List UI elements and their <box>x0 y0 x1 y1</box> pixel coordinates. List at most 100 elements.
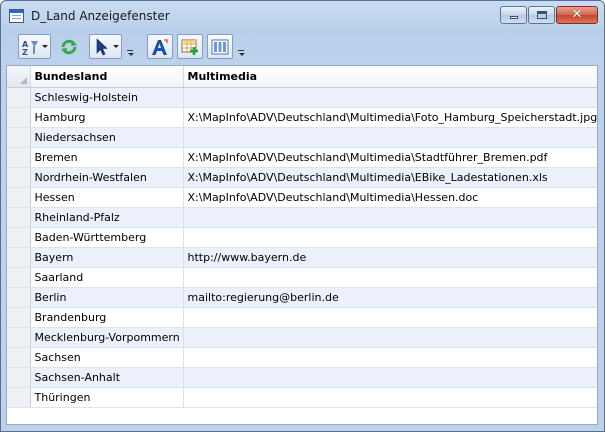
row-header[interactable] <box>7 247 31 268</box>
cell-multimedia[interactable] <box>183 207 597 228</box>
table-row[interactable]: Thüringen <box>7 387 597 408</box>
corner-triangle-icon <box>19 76 27 84</box>
cell-multimedia[interactable]: X:\MapInfo\ADV\Deutschland\Multimedia\St… <box>183 147 597 168</box>
row-header[interactable] <box>7 167 31 188</box>
cell-multimedia[interactable]: mailto:regierung@berlin.de <box>183 287 597 308</box>
browser-window: D_Land Anzeigefenster ✕ A Z Bundesland M… <box>0 0 605 432</box>
toolbar-overflow-icon[interactable] <box>238 50 245 56</box>
sort-az-icon: A Z <box>22 40 38 56</box>
cell-multimedia[interactable]: X:\MapInfo\ADV\Deutschland\Multimedia\EB… <box>183 167 597 188</box>
cell-bundesland[interactable]: Baden-Württemberg <box>30 227 184 248</box>
header-row: Bundesland Multimedia <box>7 66 597 88</box>
cell-multimedia[interactable]: X:\MapInfo\ADV\Deutschland\Multimedia\He… <box>183 187 597 208</box>
add-column-icon <box>181 39 198 55</box>
table-row[interactable]: Sachsen <box>7 347 597 368</box>
text-style-button[interactable] <box>147 34 173 59</box>
row-header[interactable] <box>7 87 31 108</box>
cell-multimedia[interactable] <box>183 307 597 328</box>
table-body: Schleswig-Holstein Hamburg X:\MapInfo\ADV\… <box>7 87 597 408</box>
row-header[interactable] <box>7 307 31 328</box>
close-button[interactable]: ✕ <box>556 6 598 24</box>
select-tool-button[interactable] <box>89 34 122 59</box>
cell-bundesland[interactable]: Niedersachsen <box>30 127 184 148</box>
row-header[interactable] <box>7 327 31 348</box>
cell-multimedia[interactable] <box>183 127 597 148</box>
row-header[interactable] <box>7 367 31 388</box>
title-bar[interactable]: D_Land Anzeigefenster ✕ <box>1 1 604 31</box>
cell-multimedia[interactable] <box>183 347 597 368</box>
column-header-multimedia[interactable]: Multimedia <box>183 66 597 88</box>
table-row[interactable]: Hessen X:\MapInfo\ADV\Deutschland\Multime… <box>7 187 597 208</box>
table-window-icon <box>9 9 24 23</box>
cell-multimedia[interactable] <box>183 367 597 388</box>
cell-bundesland[interactable]: Thüringen <box>30 387 184 408</box>
row-header[interactable] <box>7 127 31 148</box>
select-arrow-icon <box>96 38 108 56</box>
cell-bundesland[interactable]: Berlin <box>30 287 184 308</box>
chevron-down-icon <box>42 45 48 48</box>
table-row[interactable]: Niedersachsen <box>7 127 597 148</box>
chevron-down-icon <box>113 45 119 48</box>
cell-multimedia[interactable] <box>183 267 597 288</box>
row-header[interactable] <box>7 347 31 368</box>
row-header[interactable] <box>7 267 31 288</box>
font-style-icon <box>152 39 168 55</box>
cell-multimedia[interactable] <box>183 387 597 408</box>
maximize-icon <box>537 11 547 19</box>
cell-bundesland[interactable]: Schleswig-Holstein <box>30 87 184 108</box>
cell-multimedia[interactable] <box>183 327 597 348</box>
table-row[interactable]: Sachsen-Anhalt <box>7 367 597 388</box>
cell-bundesland[interactable]: Hessen <box>30 187 184 208</box>
cell-bundesland[interactable]: Bayern <box>30 247 184 268</box>
row-header[interactable] <box>7 207 31 228</box>
cell-bundesland[interactable]: Nordrhein-Westfalen <box>30 167 184 188</box>
cell-bundesland[interactable]: Hamburg <box>30 107 184 128</box>
cell-bundesland[interactable]: Bremen <box>30 147 184 168</box>
table-row[interactable]: Saarland <box>7 267 597 288</box>
add-column-button[interactable] <box>177 34 203 59</box>
table-row[interactable]: Berlin mailto:regierung@berlin.de <box>7 287 597 308</box>
table-row[interactable]: Brandenburg <box>7 307 597 328</box>
browser-grid: Bundesland Multimedia Schleswig-Holstein… <box>6 65 598 425</box>
row-header[interactable] <box>7 147 31 168</box>
svg-text:Z: Z <box>22 48 28 56</box>
cell-multimedia[interactable] <box>183 227 597 248</box>
table-row[interactable]: Hamburg X:\MapInfo\ADV\Deutschland\Multim… <box>7 107 597 128</box>
maximize-button[interactable] <box>528 6 555 24</box>
toolbar: A Z <box>9 32 598 62</box>
table-row[interactable]: Bayern http://www.bayern.de <box>7 247 597 268</box>
row-header[interactable] <box>7 227 31 248</box>
refresh-icon <box>61 39 77 55</box>
cell-bundesland[interactable]: Brandenburg <box>30 307 184 328</box>
column-layout-button[interactable] <box>207 34 233 59</box>
column-layout-icon <box>211 39 229 55</box>
cell-multimedia[interactable] <box>183 87 597 108</box>
row-header[interactable] <box>7 287 31 308</box>
data-table: Bundesland Multimedia Schleswig-Holstein… <box>7 66 597 408</box>
minimize-button[interactable] <box>500 6 527 24</box>
close-icon: ✕ <box>571 7 583 22</box>
window-title: D_Land Anzeigefenster <box>31 9 170 23</box>
cell-bundesland[interactable]: Sachsen <box>30 347 184 368</box>
toolbar-overflow-icon[interactable] <box>127 50 134 56</box>
select-all-corner[interactable] <box>7 66 31 88</box>
table-row[interactable]: Mecklenburg-Vorpommern <box>7 327 597 348</box>
cell-bundesland[interactable]: Mecklenburg-Vorpommern <box>30 327 184 348</box>
refresh-button[interactable] <box>56 34 82 59</box>
cell-bundesland[interactable]: Saarland <box>30 267 184 288</box>
table-row[interactable]: Baden-Württemberg <box>7 227 597 248</box>
table-row[interactable]: Nordrhein-Westfalen X:\MapInfo\ADV\Deutsc… <box>7 167 597 188</box>
row-header[interactable] <box>7 187 31 208</box>
row-header[interactable] <box>7 387 31 408</box>
row-header[interactable] <box>7 107 31 128</box>
table-row[interactable]: Rheinland-Pfalz <box>7 207 597 228</box>
cell-multimedia[interactable]: X:\MapInfo\ADV\Deutschland\Multimedia\Fo… <box>183 107 597 128</box>
cell-multimedia[interactable]: http://www.bayern.de <box>183 247 597 268</box>
table-row[interactable]: Bremen X:\MapInfo\ADV\Deutschland\Multime… <box>7 147 597 168</box>
sort-button[interactable]: A Z <box>18 34 51 59</box>
column-header-bundesland[interactable]: Bundesland <box>30 66 184 88</box>
window-controls: ✕ <box>499 6 598 25</box>
cell-bundesland[interactable]: Rheinland-Pfalz <box>30 207 184 228</box>
table-row[interactable]: Schleswig-Holstein <box>7 87 597 108</box>
cell-bundesland[interactable]: Sachsen-Anhalt <box>30 367 184 388</box>
